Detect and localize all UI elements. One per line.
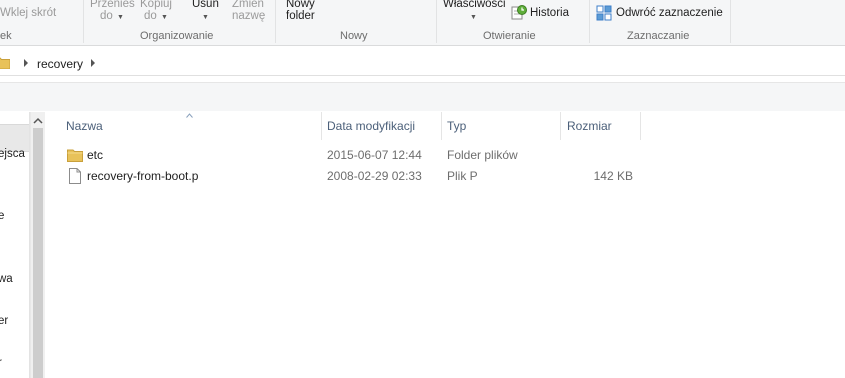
breadcrumb-separator-icon[interactable] xyxy=(91,59,95,67)
history-icon xyxy=(511,5,527,20)
file-date: 2015-06-07 12:44 xyxy=(327,148,422,162)
group-label-open: Otwieranie xyxy=(483,30,536,42)
chevron-down-icon: ▼ xyxy=(202,14,209,21)
file-icon xyxy=(69,168,81,184)
new-folder-label-1: Nowy xyxy=(286,0,315,10)
column-header-type-label: Typ xyxy=(447,119,467,133)
delete-label: Usuń xyxy=(192,0,219,10)
file-size: 142 KB xyxy=(593,169,633,183)
nav-item[interactable]: wa xyxy=(0,273,13,285)
file-row[interactable]: recovery-from-boot.p 2008-02-29 02:33 Pl… xyxy=(46,166,845,186)
rename-label-1: Zmień xyxy=(232,0,264,10)
chevron-down-icon: ▼ xyxy=(161,14,168,21)
scroll-up-arrow-icon[interactable] xyxy=(33,117,43,125)
properties-label: Właściwości xyxy=(443,0,506,10)
file-name: recovery-from-boot.p xyxy=(87,169,199,183)
group-label-new: Nowy xyxy=(340,30,368,42)
ribbon-separator xyxy=(589,0,590,43)
navigation-pane: ejsca e wa er r xyxy=(0,112,30,378)
new-folder-label-2: folder xyxy=(286,10,315,22)
group-label-organize: Organizowanie xyxy=(140,30,214,42)
column-header-type[interactable]: Typ xyxy=(442,112,560,140)
file-date: 2008-02-29 02:33 xyxy=(327,169,422,183)
move-to-label-1: Przenieś xyxy=(90,0,135,10)
nav-item[interactable]: e xyxy=(0,210,4,222)
folder-icon xyxy=(67,149,83,162)
file-type: Folder plików xyxy=(447,148,518,162)
group-label-select: Zaznaczanie xyxy=(627,30,690,42)
column-header-date-label: Data modyfikacji xyxy=(327,119,416,133)
ribbon-separator xyxy=(275,0,276,43)
file-row[interactable]: etc 2015-06-07 12:44 Folder plików xyxy=(46,145,845,165)
column-header-name-label: Nazwa xyxy=(66,119,103,133)
file-name: etc xyxy=(87,148,104,162)
nav-item[interactable]: r xyxy=(0,357,2,369)
history-label: Historia xyxy=(530,7,569,19)
column-header-name[interactable]: Nazwa xyxy=(46,112,320,140)
invert-selection-label: Odwróć zaznaczenie xyxy=(616,7,723,19)
nav-scrollbar[interactable] xyxy=(30,112,45,378)
ribbon: Wklej skrót Przenieś do ▼ Kopiuj do ▼ Us… xyxy=(0,0,845,46)
paste-shortcut-button[interactable]: Wklej skrót xyxy=(0,7,56,19)
file-type: Plik P xyxy=(447,169,478,183)
file-list: Nazwa Data modyfikacji Typ Rozmiar etc 2… xyxy=(46,112,845,378)
breadcrumb-item[interactable]: recovery xyxy=(37,57,83,71)
column-divider[interactable] xyxy=(640,112,641,140)
scrollbar-thumb[interactable] xyxy=(33,128,43,378)
column-header-size[interactable]: Rozmiar xyxy=(561,112,639,140)
breadcrumb-separator-icon[interactable] xyxy=(24,59,28,67)
ribbon-separator xyxy=(730,0,731,43)
chevron-down-icon: ▼ xyxy=(470,14,477,21)
rename-label-2: nazwę xyxy=(232,10,266,22)
address-bar[interactable]: recovery xyxy=(0,51,845,76)
ribbon-separator xyxy=(436,0,437,43)
move-to-label-2: do xyxy=(100,10,113,22)
column-header-date[interactable]: Data modyfikacji xyxy=(322,112,440,140)
group-label-clipboard: ek xyxy=(0,30,12,42)
column-header-size-label: Rozmiar xyxy=(567,119,612,133)
ribbon-separator xyxy=(83,0,84,43)
chevron-down-icon: ▼ xyxy=(117,14,124,21)
nav-item[interactable]: ejsca xyxy=(0,148,25,160)
copy-to-label-1: Kopiuj xyxy=(140,0,172,10)
folder-icon xyxy=(0,57,10,69)
nav-item[interactable]: er xyxy=(0,315,8,327)
copy-to-label-2: do xyxy=(144,10,157,22)
command-strip xyxy=(0,82,845,111)
invert-selection-icon xyxy=(596,5,612,21)
